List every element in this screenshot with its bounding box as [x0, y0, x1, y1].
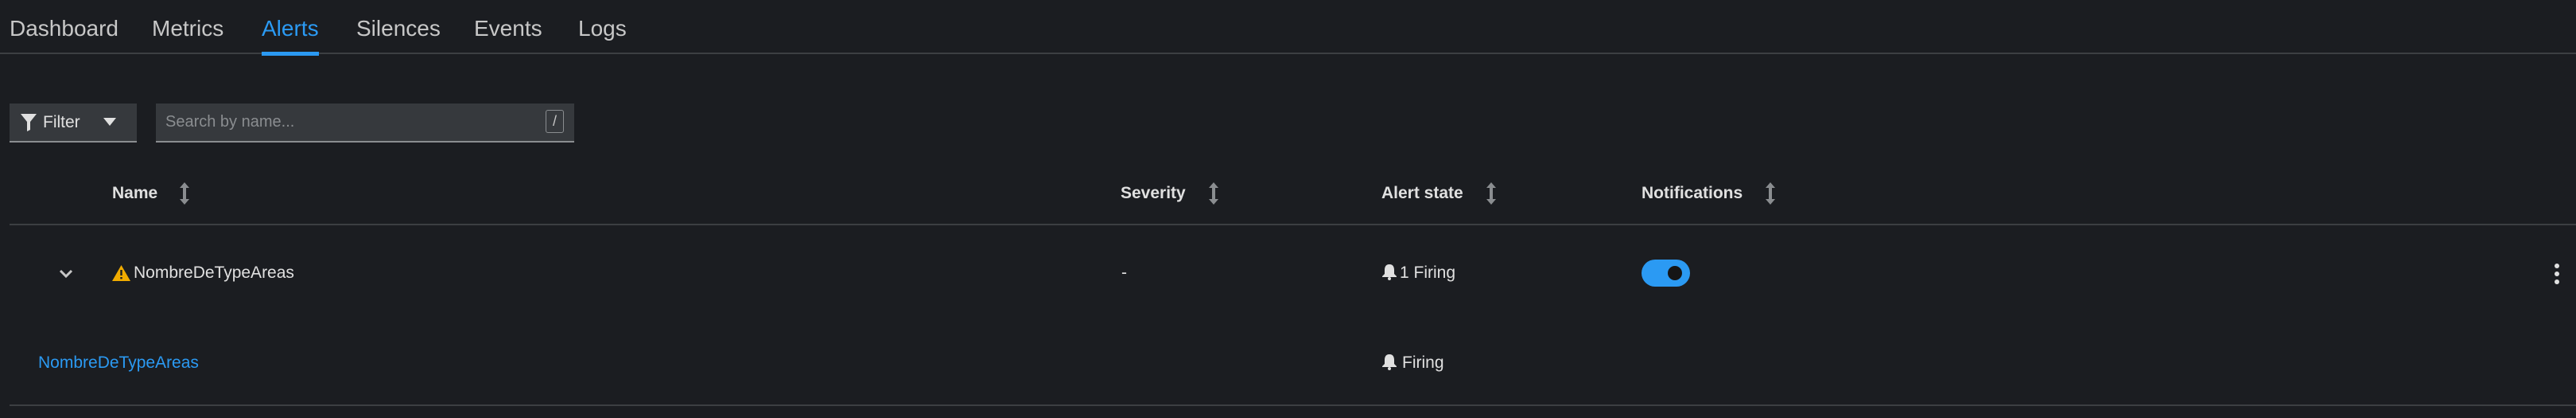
- tab-silences[interactable]: Silences: [356, 0, 441, 54]
- filter-icon: [21, 114, 37, 131]
- search-input[interactable]: [156, 104, 574, 143]
- column-header-severity[interactable]: Severity: [1121, 180, 1186, 207]
- alert-instance-link[interactable]: NombreDeTypeAreas: [38, 350, 199, 376]
- nav-tabs: Dashboard Metrics Alerts Silences Events…: [0, 0, 2576, 56]
- bell-icon: [1382, 264, 1397, 280]
- tab-dashboard[interactable]: Dashboard: [10, 0, 119, 54]
- severity-value: -: [1121, 264, 1127, 282]
- alert-instance-state: Firing: [1402, 354, 1444, 372]
- row-divider: [10, 404, 2576, 406]
- notifications-toggle[interactable]: [1642, 260, 1690, 287]
- sort-icon[interactable]: [1209, 182, 1218, 205]
- alert-rule-name: NombreDeTypeAreas: [134, 264, 294, 282]
- search-shortcut-hint: /: [546, 110, 564, 133]
- table-header-divider: [10, 224, 2576, 225]
- caret-down-icon: [103, 118, 116, 126]
- tab-logs[interactable]: Logs: [578, 0, 627, 54]
- alert-state-value: 1 Firing: [1400, 264, 1456, 282]
- tab-metrics[interactable]: Metrics: [152, 0, 223, 54]
- toggle-knob: [1668, 266, 1682, 280]
- filter-dropdown-button[interactable]: Filter: [10, 104, 137, 143]
- tab-events[interactable]: Events: [474, 0, 542, 54]
- bell-icon: [1382, 354, 1397, 370]
- sort-icon[interactable]: [1766, 182, 1775, 205]
- kebab-menu-icon[interactable]: [2551, 263, 2562, 285]
- column-header-notifications[interactable]: Notifications: [1642, 180, 1743, 207]
- filter-label: Filter: [43, 113, 80, 131]
- expand-toggle-chevron-down-icon[interactable]: [59, 269, 73, 279]
- column-header-alert-state[interactable]: Alert state: [1381, 180, 1463, 207]
- warning-triangle-icon: [112, 265, 130, 281]
- sort-icon[interactable]: [180, 182, 189, 205]
- tab-alerts[interactable]: Alerts: [262, 0, 319, 56]
- sort-icon[interactable]: [1486, 182, 1496, 205]
- column-header-name[interactable]: Name: [112, 180, 157, 207]
